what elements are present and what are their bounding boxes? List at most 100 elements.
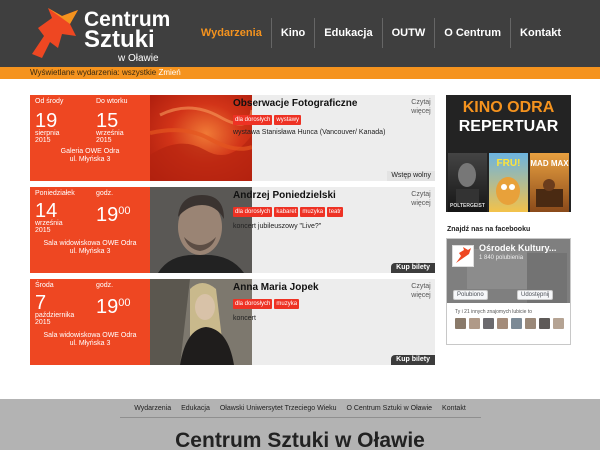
footer-title: Centrum Sztuki w Oławie: [175, 429, 425, 450]
date-weekday: Poniedziałek: [35, 190, 75, 197]
event-title[interactable]: Andrzej Poniedzielski: [233, 190, 336, 201]
time-label: godz.: [96, 190, 114, 197]
facebook-likes-count: 1 840 polubienia: [479, 255, 524, 261]
site-logo[interactable]: Centrum Sztuki w Oławie: [28, 6, 188, 64]
filter-change-link[interactable]: Zmień: [158, 68, 180, 77]
date-from-day: 19: [35, 110, 58, 132]
footer-divider: [120, 417, 481, 418]
event-tags: dla dorosłych wystawy: [233, 115, 302, 125]
tag[interactable]: kabaret: [274, 207, 299, 217]
friend-avatar[interactable]: [483, 318, 494, 329]
event-date-block: Środa godz. 7 1900 października 2015 Sal…: [30, 279, 150, 365]
friend-avatar[interactable]: [497, 318, 508, 329]
time-label: godz.: [96, 282, 114, 289]
tag[interactable]: teatr: [327, 207, 344, 217]
facebook-page-avatar[interactable]: [452, 245, 474, 267]
facebook-page-name[interactable]: Ośrodek Kultury...: [479, 243, 556, 254]
kino-odra-banner[interactable]: KINO ODRA REPERTUAR POLTERGEIST FRU! MAD…: [446, 95, 571, 212]
poster-title: MAD MAX: [530, 159, 569, 168]
nav-kontakt[interactable]: Kontakt: [510, 18, 570, 48]
read-more-line-1: Czytaj: [411, 283, 431, 290]
main-nav: Wydarzenia Kino Edukacja OUTW O Centrum …: [192, 18, 570, 48]
footer-link-o-centrum[interactable]: O Centrum Sztuki w Oławie: [342, 403, 436, 414]
poster-title: POLTERGEIST: [450, 203, 485, 209]
event-card: Od środy Do wtorku 19 15 sierpnia 2015 w…: [30, 95, 435, 181]
event-time: 1900: [96, 201, 131, 225]
event-address: ul. Młyńska 3: [69, 248, 111, 255]
friend-avatar[interactable]: [511, 318, 522, 329]
facebook-friends-text: Ty i 21 innych znajomych lubicie to: [455, 309, 532, 315]
date-to-label: Do wtorku: [96, 98, 128, 105]
friend-avatar[interactable]: [525, 318, 536, 329]
site-footer: Wydarzenia Edukacja Oławski Uniwersytet …: [0, 399, 600, 450]
facebook-like-button[interactable]: Polubiono: [453, 290, 488, 300]
event-place: Sala widowiskowa OWE Odra: [43, 332, 137, 339]
nav-o-centrum[interactable]: O Centrum: [434, 18, 510, 48]
tag[interactable]: dla dorosłych: [233, 299, 273, 309]
tag[interactable]: muzyka: [274, 299, 300, 309]
time-hour: 19: [96, 296, 119, 318]
friend-avatar[interactable]: [455, 318, 466, 329]
event-date-block: Poniedziałek godz. 14 1900 września 2015…: [30, 187, 150, 273]
event-place: Galeria OWE Odra: [60, 148, 120, 155]
tag[interactable]: dla dorosłych: [233, 207, 273, 217]
nav-kino[interactable]: Kino: [270, 18, 314, 48]
event-time: 1900: [96, 293, 131, 317]
read-more-link[interactable]: Czytaj więcej: [409, 282, 433, 300]
footer-nav: Wydarzenia Edukacja Oławski Uniwersytet …: [0, 403, 600, 414]
footer-link-edukacja[interactable]: Edukacja: [177, 403, 214, 414]
poster-poltergeist[interactable]: POLTERGEIST: [448, 153, 487, 212]
event-address: ul. Młyńska 3: [69, 156, 111, 163]
free-entry-label: Wstęp wolny: [387, 171, 435, 181]
poster-mad-max[interactable]: MAD MAX: [530, 153, 569, 212]
event-tags: dla dorosłych kabaret muzyka teatr: [233, 207, 344, 217]
nav-wydarzenia[interactable]: Wydarzenia: [192, 18, 271, 48]
event-date-block: Od środy Do wtorku 19 15 sierpnia 2015 w…: [30, 95, 150, 181]
read-more-link[interactable]: Czytaj więcej: [409, 190, 433, 208]
event-description: wystawa Stanisława Hunca (Vancouver/ Kan…: [233, 129, 386, 136]
filter-label: Wyświetlane wydarzenia: wszystkie: [30, 68, 157, 77]
footer-link-outw[interactable]: Oławski Uniwersytet Trzeciego Wieku: [216, 403, 341, 414]
event-address: ul. Młyńska 3: [69, 340, 111, 347]
facebook-share-button[interactable]: Udostępnij: [517, 290, 554, 300]
event-title[interactable]: Obserwacje Fotograficzne: [233, 98, 357, 109]
event-card: Środa godz. 7 1900 października 2015 Sal…: [30, 279, 435, 365]
time-minute: 00: [118, 297, 131, 309]
tag[interactable]: wystawy: [274, 115, 302, 125]
date-year: 2015: [35, 227, 51, 234]
event-place: Sala widowiskowa OWE Odra: [43, 240, 137, 247]
nav-outw[interactable]: OUTW: [381, 18, 435, 48]
kino-title: KINO ODRA: [462, 99, 555, 116]
logo-line-3: w Oławie: [118, 53, 159, 64]
facebook-friend-faces: [455, 318, 564, 329]
tag[interactable]: dla dorosłych: [233, 115, 273, 125]
date-day: 14: [35, 200, 58, 222]
site-header: Centrum Sztuki w Oławie Wydarzenia Kino …: [0, 0, 600, 67]
event-title[interactable]: Anna Maria Jopek: [233, 282, 319, 293]
read-more-line-2: więcej: [411, 200, 431, 207]
friend-avatar[interactable]: [539, 318, 550, 329]
poster-fru[interactable]: FRU!: [489, 153, 528, 212]
tag[interactable]: muzyka: [300, 207, 326, 217]
date-to-year: 2015: [96, 137, 112, 144]
event-description: koncert jubileuszowy "Live?": [233, 223, 322, 230]
event-tags: dla dorosłych muzyka: [233, 299, 300, 309]
read-more-line-2: więcej: [411, 108, 431, 115]
date-from-year: 2015: [35, 137, 51, 144]
read-more-link[interactable]: Czytaj więcej: [409, 98, 433, 116]
read-more-line-1: Czytaj: [411, 191, 431, 198]
buy-tickets-button[interactable]: Kup bilety: [391, 355, 435, 365]
date-to-day: 15: [96, 110, 119, 132]
friend-avatar[interactable]: [469, 318, 480, 329]
footer-link-kontakt[interactable]: Kontakt: [438, 403, 470, 414]
friend-avatar[interactable]: [553, 318, 564, 329]
date-from-label: Od środy: [35, 98, 64, 105]
event-card: Poniedziałek godz. 14 1900 września 2015…: [30, 187, 435, 273]
footer-link-wydarzenia[interactable]: Wydarzenia: [130, 403, 175, 414]
poster-title: FRU!: [496, 158, 521, 169]
pegasus-icon: [32, 8, 78, 58]
nav-edukacja[interactable]: Edukacja: [314, 18, 381, 48]
buy-tickets-button[interactable]: Kup bilety: [391, 263, 435, 273]
time-hour: 19: [96, 204, 119, 226]
read-more-line-2: więcej: [411, 292, 431, 299]
